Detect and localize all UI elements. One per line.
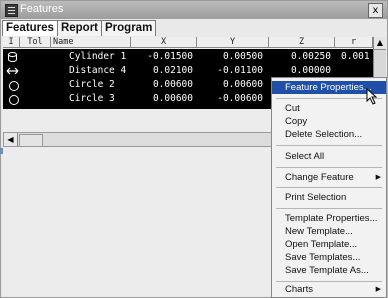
menu-separator xyxy=(276,281,382,282)
menu-item-print-selection[interactable]: Print Selection xyxy=(272,191,386,204)
circle-icon xyxy=(9,81,19,91)
close-button[interactable]: x xyxy=(368,3,383,18)
menu-item-change-feature[interactable]: Change Feature ▶ xyxy=(272,171,386,184)
cylinder-icon xyxy=(7,52,18,62)
table-row[interactable]: Cylinder 1 -0.01500 0.00500 0.00250 0.00… xyxy=(3,51,373,63)
column-header-z[interactable]: Z xyxy=(269,37,335,48)
row-r xyxy=(341,65,373,77)
window-app-icon xyxy=(5,4,18,17)
grid-header: I Tol Name X Y Z r xyxy=(3,37,373,49)
tab-report[interactable]: Report xyxy=(56,20,102,36)
menu-item-open-template[interactable]: Open Template... xyxy=(272,238,386,251)
menu-item-charts[interactable]: Charts ▶ xyxy=(272,283,386,296)
tab-features[interactable]: Features xyxy=(2,20,58,36)
circle-icon xyxy=(9,95,19,105)
row-y: -0.00600 xyxy=(217,93,263,104)
row-name: Cylinder 1 xyxy=(69,51,127,62)
scroll-up-arrow-icon[interactable]: ▲ xyxy=(374,37,386,50)
menu-item-label: Change Feature xyxy=(285,172,354,183)
column-header-name[interactable]: Name xyxy=(51,37,131,48)
column-header-tol[interactable]: Tol xyxy=(20,37,51,48)
scroll-thumb[interactable] xyxy=(19,134,43,147)
table-row[interactable]: Distance 4 0.02100 -0.01100 0.00000 xyxy=(3,65,373,77)
row-name: Circle 2 xyxy=(69,79,115,90)
row-x: -0.01500 xyxy=(147,51,193,62)
horizontal-scrollbar[interactable]: ◀ xyxy=(3,132,275,147)
menu-item-select-all[interactable]: Select All xyxy=(272,150,386,163)
menu-separator xyxy=(276,208,382,209)
context-menu: Feature Properties... Cut Copy Delete Se… xyxy=(271,77,387,298)
column-header-i[interactable]: I xyxy=(3,37,20,48)
submenu-arrow-icon: ▶ xyxy=(375,174,381,181)
menu-item-copy[interactable]: Copy xyxy=(272,115,386,128)
menu-item-delete-selection[interactable]: Delete Selection... xyxy=(272,128,386,141)
row-name: Circle 3 xyxy=(69,93,115,104)
menu-item-save-templates[interactable]: Save Templates... xyxy=(272,251,386,264)
row-r: 0.001 xyxy=(341,51,370,62)
submenu-arrow-icon: ▶ xyxy=(375,286,381,293)
row-x: 0.00600 xyxy=(152,93,193,104)
window-title: Features xyxy=(20,3,64,15)
menu-item-label: Charts xyxy=(285,284,313,295)
row-name: Distance 4 xyxy=(69,65,127,76)
row-y: 0.00600 xyxy=(222,79,263,90)
row-x: 0.00600 xyxy=(152,79,193,90)
menu-separator xyxy=(276,145,382,146)
menu-item-new-template[interactable]: New Template... xyxy=(272,225,386,238)
row-z: 0.00000 xyxy=(290,65,331,76)
column-header-x[interactable]: X xyxy=(131,37,197,48)
column-header-y[interactable]: Y xyxy=(197,37,269,48)
row-z: 0.00250 xyxy=(290,51,331,62)
title-bar[interactable]: Features x xyxy=(1,1,387,19)
tab-bar: Features Report Program xyxy=(2,20,157,37)
row-y: 0.00500 xyxy=(222,51,263,62)
scroll-left-arrow-icon[interactable]: ◀ xyxy=(4,133,18,146)
tab-program[interactable]: Program xyxy=(101,20,157,36)
row-x: 0.02100 xyxy=(152,65,193,76)
column-header-r[interactable]: r xyxy=(335,37,373,48)
mouse-cursor-icon xyxy=(366,87,380,109)
menu-separator xyxy=(276,167,382,168)
menu-separator xyxy=(276,187,382,188)
panel-edge xyxy=(0,148,3,154)
menu-item-save-template-as[interactable]: Save Template As... xyxy=(272,264,386,277)
row-y: -0.01100 xyxy=(217,65,263,76)
menu-item-template-properties[interactable]: Template Properties... xyxy=(272,212,386,225)
distance-icon xyxy=(6,67,19,75)
